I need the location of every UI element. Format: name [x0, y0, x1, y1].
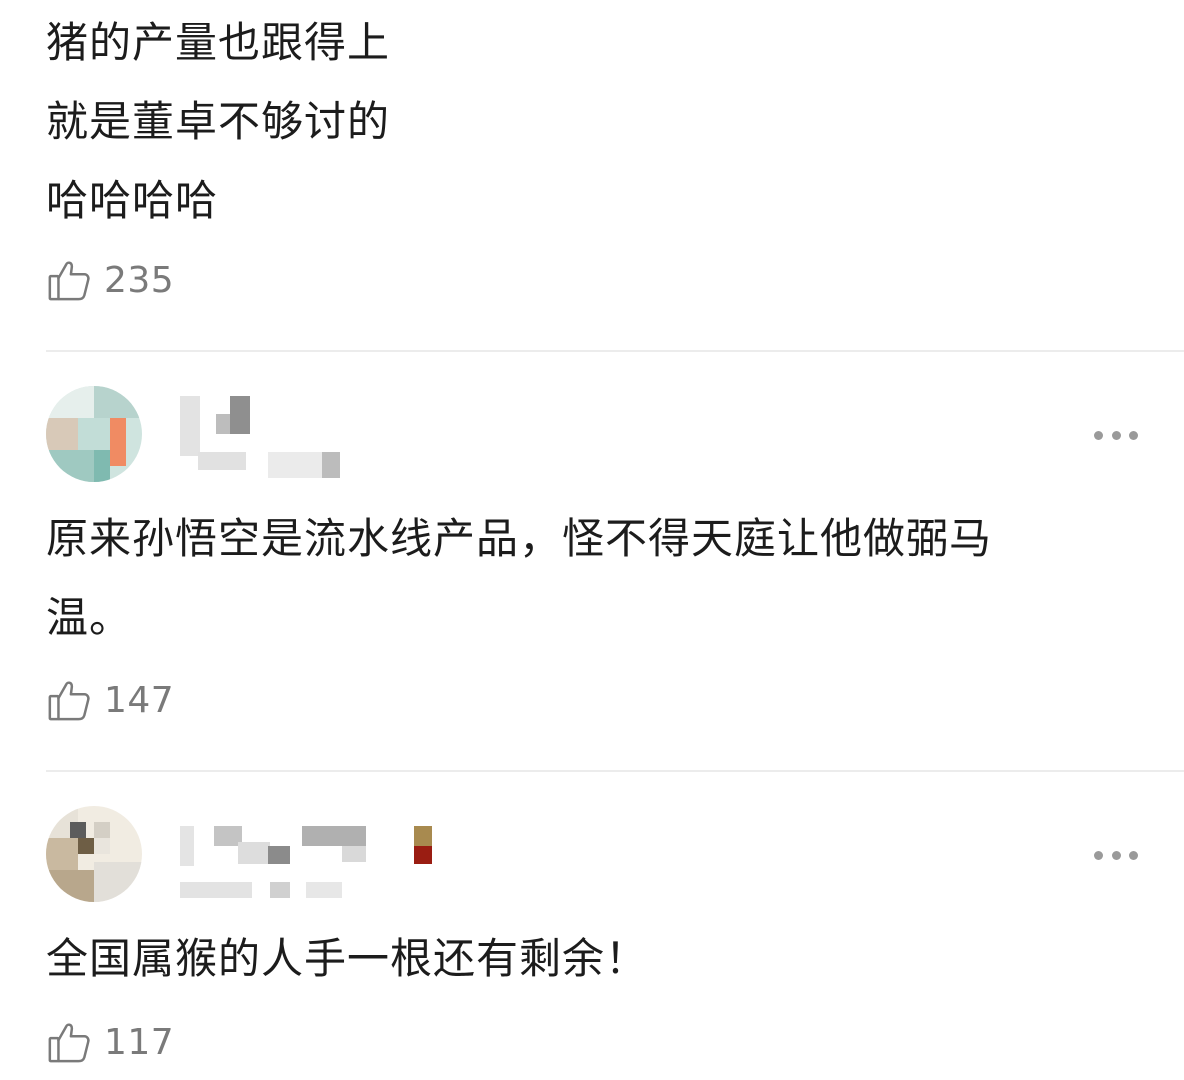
comment-text: 原来孙悟空是流水线产品，怪不得天庭让他做弼马 温。: [46, 499, 992, 657]
username-mosaic[interactable]: [176, 826, 436, 902]
comment-line: 哈哈哈哈: [46, 176, 219, 225]
like-button[interactable]: 117: [46, 1018, 174, 1066]
comment-text: 猪的产量也跟得上 就是董卓不够讨的 哈哈哈哈: [46, 3, 390, 240]
comment-line: 全国属猴的人手一根还有剩余！: [46, 934, 649, 983]
more-icon[interactable]: [1094, 848, 1138, 862]
avatar[interactable]: [46, 386, 142, 482]
comment-text: 全国属猴的人手一根还有剩余！: [46, 919, 648, 998]
like-count: 235: [104, 259, 175, 301]
comment-line: 原来孙悟空是流水线产品，怪不得天庭让他做弼马: [46, 514, 993, 563]
like-count: 147: [104, 679, 175, 721]
thumbs-up-outline-icon: [48, 1023, 90, 1063]
divider: [46, 350, 1184, 352]
more-icon[interactable]: [1094, 428, 1138, 442]
like-button[interactable]: 147: [46, 676, 174, 724]
comment-line: 猪的产量也跟得上: [46, 18, 391, 67]
like-button[interactable]: 235: [46, 256, 174, 304]
username-mosaic[interactable]: [176, 396, 346, 482]
like-count: 117: [104, 1021, 175, 1063]
thumbs-up-outline-icon: [48, 261, 90, 301]
avatar[interactable]: [46, 806, 142, 902]
comment-line: 温。: [46, 593, 133, 642]
divider: [46, 770, 1184, 772]
comment-line: 就是董卓不够讨的: [46, 97, 391, 146]
thumbs-up-outline-icon: [48, 681, 90, 721]
